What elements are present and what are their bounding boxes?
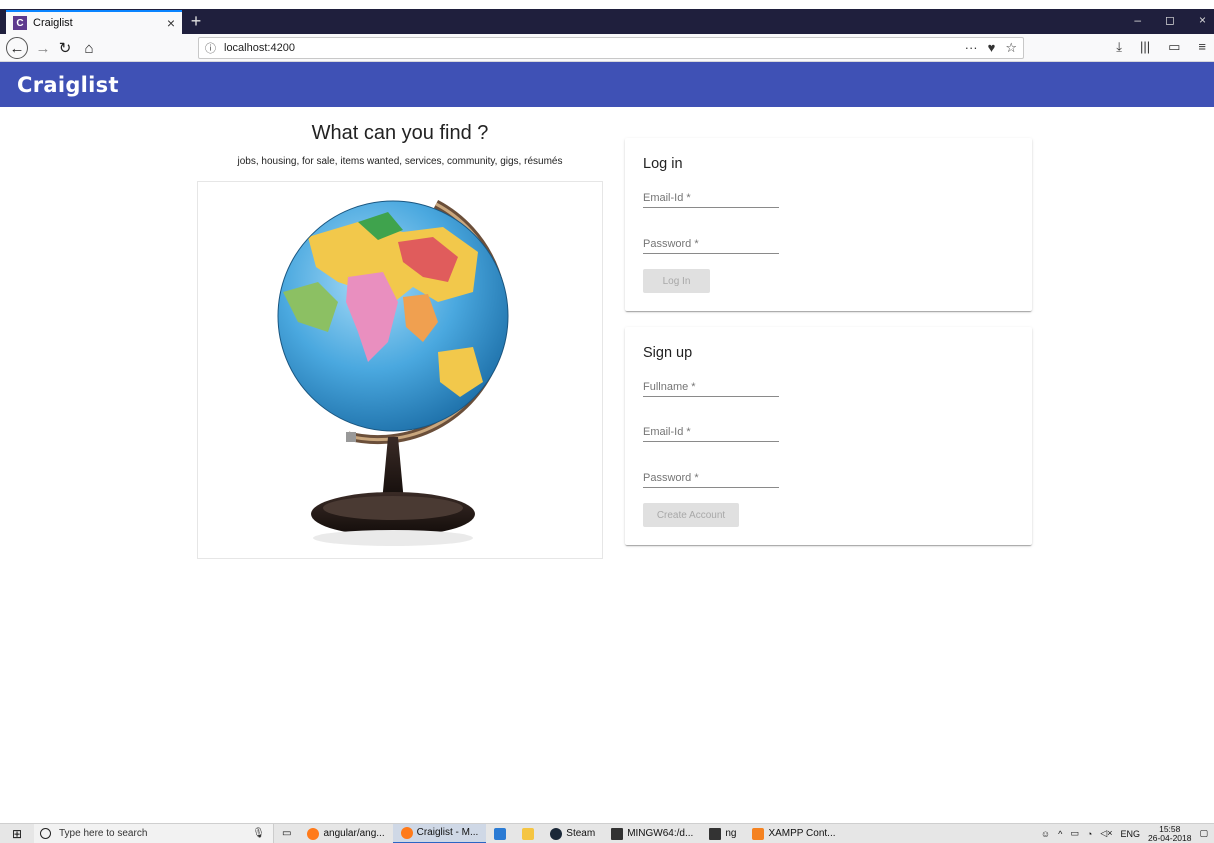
home-icon[interactable]: ⌂	[78, 37, 100, 59]
window-close-icon[interactable]: ×	[1199, 13, 1206, 27]
globe-illustration	[277, 200, 509, 546]
cortana-icon	[40, 828, 51, 839]
tab-title: Craiglist	[33, 17, 73, 29]
login-button[interactable]: Log In	[643, 269, 710, 293]
signup-title: Sign up	[643, 345, 693, 361]
hamburger-menu-icon[interactable]: ≡	[1198, 39, 1206, 55]
windows-taskbar: ⊞ Type here to search 🎙 ▭ angular/ang...…	[0, 823, 1214, 843]
sidebar-icon[interactable]: ▭	[1168, 39, 1180, 55]
task-view-icon[interactable]: ▭	[274, 824, 299, 843]
browser-toolbar-right: ⤓ ||| ▭ ≡	[1116, 39, 1206, 55]
taskbar-item[interactable]: Steam	[542, 824, 603, 843]
taskbar-item-label: Craiglist - M...	[416, 827, 479, 838]
taskbar-item-label: XAMPP Cont...	[768, 828, 836, 839]
restore-icon[interactable]: ◻	[1165, 13, 1175, 27]
login-email-input[interactable]	[643, 184, 779, 207]
signup-card: Sign up Create Account	[625, 327, 1032, 545]
taskbar-item[interactable]: XAMPP Cont...	[744, 824, 843, 843]
tray-chevron-icon[interactable]: ^	[1058, 829, 1062, 839]
battery-icon[interactable]: ▭	[1070, 828, 1079, 839]
xampp-icon	[752, 827, 765, 840]
browser-nav-bar: ← → ↻ ⌂ ⓘ localhost:4200 ··· ♥ ☆ ⤓ ||| ▭…	[0, 34, 1214, 62]
url-actions: ··· ♥ ☆	[965, 40, 1017, 56]
vscode-icon	[494, 827, 507, 840]
screen: C Craiglist × + – ◻ × ← → ↻ ⌂ ⓘ localhos…	[0, 0, 1214, 843]
notifications-icon[interactable]: ▢	[1199, 828, 1208, 839]
signup-fullname-input[interactable]	[643, 373, 779, 396]
windows-start-icon[interactable]: ⊞	[0, 824, 34, 843]
login-title: Log in	[643, 156, 683, 172]
taskbar-item[interactable]: angular/ang...	[299, 824, 392, 843]
signup-fullname-field[interactable]	[643, 373, 779, 397]
system-tray: ☺ ^ ▭ ◔ ◁× ENG 15:58 26-04-2018 ▢	[1041, 824, 1214, 843]
clock[interactable]: 15:58 26-04-2018	[1148, 824, 1192, 843]
file-explorer-icon	[522, 827, 535, 840]
terminal-icon	[709, 827, 722, 840]
taskbar-search-text[interactable]: Type here to search	[59, 828, 147, 839]
steam-icon	[550, 827, 563, 840]
taskbar-item[interactable]: Craiglist - M...	[392, 823, 487, 843]
downloads-icon[interactable]: ⤓	[1116, 39, 1122, 55]
app-toolbar: Craiglist	[0, 62, 1214, 107]
page-actions-icon[interactable]: ···	[965, 40, 978, 56]
terminal-icon	[611, 827, 624, 840]
taskbar-search[interactable]: Type here to search 🎙	[34, 823, 274, 843]
signup-password-field[interactable]	[643, 464, 779, 488]
taskbar-item-label: MINGW64:/d...	[627, 828, 694, 839]
taskbar-item[interactable]	[514, 824, 542, 843]
signup-email-field[interactable]	[643, 418, 779, 442]
signup-password-input[interactable]	[643, 464, 779, 487]
info-icon[interactable]: ⓘ	[205, 40, 216, 56]
microphone-icon[interactable]: 🎙	[252, 828, 265, 839]
firefox-icon	[307, 827, 320, 840]
pocket-icon[interactable]: ♥	[988, 40, 996, 56]
signup-email-input[interactable]	[643, 418, 779, 441]
firefox-icon	[400, 826, 413, 839]
library-icon[interactable]: |||	[1140, 39, 1150, 55]
browser-tab-strip: C Craiglist × + – ◻ ×	[0, 9, 1214, 34]
reload-icon[interactable]: ↻	[54, 37, 76, 59]
url-bar[interactable]: ⓘ localhost:4200 ··· ♥ ☆	[198, 37, 1024, 59]
url-text[interactable]: localhost:4200	[224, 42, 965, 54]
volume-icon[interactable]: ◁×	[1100, 828, 1112, 839]
bookmark-star-icon[interactable]: ☆	[1005, 40, 1017, 56]
language-indicator[interactable]: ENG	[1120, 829, 1140, 839]
minimize-icon[interactable]: –	[1134, 13, 1141, 27]
back-arrow-icon[interactable]: ←	[6, 37, 28, 59]
create-account-button[interactable]: Create Account	[643, 503, 739, 527]
craiglist-favicon-icon: C	[13, 16, 27, 30]
new-tab-button[interactable]: +	[186, 11, 206, 31]
taskbar-item[interactable]: ng	[701, 824, 744, 843]
hero-subtitle: jobs, housing, for sale, items wanted, s…	[237, 156, 563, 167]
wifi-icon[interactable]: ◔	[1087, 829, 1092, 839]
window-controls: – ◻ ×	[1134, 13, 1206, 27]
login-card: Log in Log In	[625, 138, 1032, 311]
close-tab-icon[interactable]: ×	[167, 15, 175, 31]
hero-title: What can you find ?	[311, 122, 489, 144]
taskbar-item-label: Steam	[566, 828, 596, 839]
people-icon[interactable]: ☺	[1041, 829, 1050, 839]
taskbar-item[interactable]	[486, 824, 514, 843]
login-email-field[interactable]	[643, 184, 779, 208]
browser-tab[interactable]: C Craiglist ×	[6, 10, 182, 34]
forward-arrow-icon[interactable]: →	[32, 37, 54, 59]
login-password-input[interactable]	[643, 230, 779, 253]
taskbar-item-label: ng	[725, 828, 737, 839]
craiglist-logo[interactable]: Craiglist	[17, 73, 119, 97]
login-password-field[interactable]	[643, 230, 779, 254]
clock-date: 26-04-2018	[1148, 832, 1192, 843]
taskbar-item-label: angular/ang...	[323, 828, 385, 839]
globe-image	[197, 181, 603, 559]
taskbar-item[interactable]: MINGW64:/d...	[603, 824, 701, 843]
